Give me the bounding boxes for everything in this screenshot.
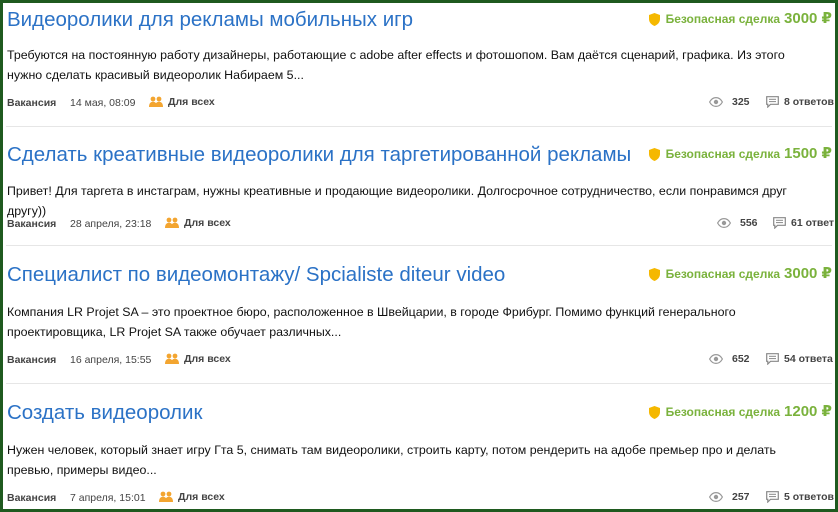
eye-icon [709,97,723,107]
safe-deal-label: Безопасная сделка [665,267,780,281]
price: 3000 ₽ [784,265,832,282]
listing-meta: Вакансия 16 апреля, 15:55 Для всех 652 5… [7,353,833,369]
safe-deal-badge: Безопасная сделка [648,12,780,26]
listing-type: Вакансия [7,218,57,230]
listing-date: 28 апреля, 23:18 [70,218,152,230]
price: 1500 ₽ [784,145,832,162]
answers-count[interactable]: 8 ответов [766,96,834,108]
views-count: 257 [709,491,750,503]
listing-title[interactable]: Создать видеоролик [7,400,202,426]
users-icon [159,491,173,502]
listing-card: Создать видеоролик Безопасная сделка 120… [6,400,834,509]
listing-card: Сделать креативные видеоролики для тарге… [6,142,834,246]
audience-label: Для всех [184,353,231,365]
shield-icon [648,267,660,281]
listing-date: 16 апреля, 15:55 [70,354,152,366]
views-count: 556 [717,217,758,229]
views-value: 652 [732,353,750,365]
eye-icon [709,354,723,364]
comment-icon [766,96,779,108]
shield-icon [648,12,660,26]
shield-icon [648,147,660,161]
answers-count[interactable]: 61 ответ [773,217,834,229]
shield-icon [648,405,660,419]
listing-description: Требуются на постоянную работу дизайнеры… [7,48,785,82]
views-value: 325 [732,96,750,108]
comment-icon [766,353,779,365]
price: 1200 ₽ [784,403,832,420]
listing-card: Видеоролики для рекламы мобильных игр Бе… [6,7,834,127]
users-icon [165,217,179,228]
safe-deal-badge: Безопасная сделка [648,147,780,161]
listing-meta: Вакансия 14 мая, 08:09 Для всех 325 8 от… [7,96,834,112]
answers-label: 5 ответов [784,491,834,503]
answers-count[interactable]: 54 ответа [766,353,833,365]
audience-label: Для всех [168,96,215,108]
listing-date: 14 мая, 08:09 [70,97,136,109]
answers-count[interactable]: 5 ответов [766,491,834,503]
listing-type: Вакансия [7,97,57,109]
answers-label: 61 ответ [791,217,835,229]
listing-description: Привет! Для таргета в инстаграм, нужны к… [7,184,787,218]
views-value: 556 [740,217,758,229]
safe-deal-label: Безопасная сделка [665,12,780,26]
views-count: 652 [709,353,750,365]
eye-icon [709,492,723,502]
users-icon [165,353,179,364]
audience-label: Для всех [178,491,225,503]
safe-deal-label: Безопасная сделка [665,147,780,161]
listing-meta: Вакансия 7 апреля, 15:01 Для всех 257 5 … [7,491,834,507]
listing-feed: Видеоролики для рекламы мобильных игр Бе… [0,0,838,512]
safe-deal-badge: Безопасная сделка [648,405,780,419]
views-value: 257 [732,491,750,503]
answers-label: 54 ответа [784,353,833,365]
eye-icon [717,218,731,228]
audience: Для всех [165,217,231,229]
comment-icon [773,217,786,229]
audience: Для всех [165,353,231,365]
listing-title[interactable]: Сделать креативные видеоролики для тарге… [7,142,631,168]
safe-deal-badge: Безопасная сделка [648,267,780,281]
listing-description: Компания LR Projet SA – это проектное бю… [7,305,736,339]
listing-type: Вакансия [7,354,57,366]
listing-type: Вакансия [7,492,57,504]
answers-label: 8 ответов [784,96,834,108]
listing-title[interactable]: Специалист по видеомонтажу/ Spcialiste d… [7,262,505,288]
price: 3000 ₽ [784,10,832,27]
users-icon [149,96,163,107]
audience: Для всех [159,491,225,503]
comment-icon [766,491,779,503]
views-count: 325 [709,96,750,108]
listing-date: 7 апреля, 15:01 [70,492,146,504]
listing-meta: Вакансия 28 апреля, 23:18 Для всех 556 6… [7,217,834,233]
listing-description: Нужен человек, который знает игру Гта 5,… [7,443,777,477]
listing-card: Специалист по видеомонтажу/ Spcialiste d… [6,262,833,384]
audience-label: Для всех [184,217,231,229]
listing-title[interactable]: Видеоролики для рекламы мобильных игр [7,7,413,33]
safe-deal-label: Безопасная сделка [665,405,780,419]
audience: Для всех [149,96,215,108]
